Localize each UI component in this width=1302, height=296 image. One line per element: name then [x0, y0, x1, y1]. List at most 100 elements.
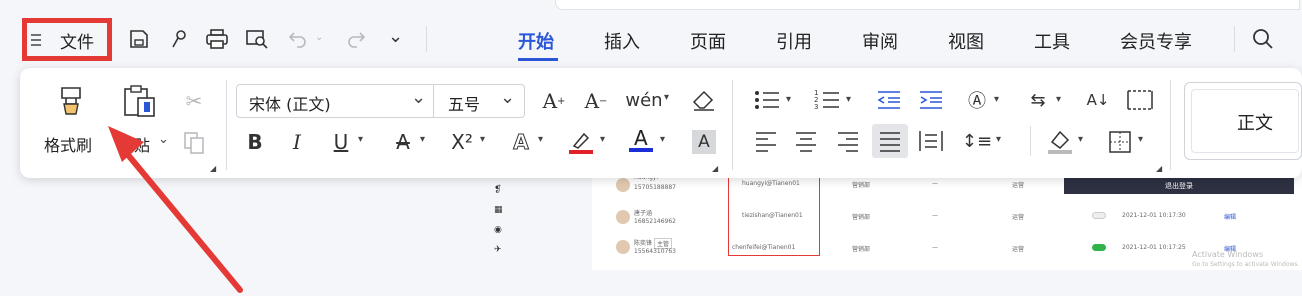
brush-icon	[61, 87, 81, 115]
logout-label: 退出登录	[1165, 182, 1193, 190]
superscript-dropdown-icon[interactable]: ▾	[480, 134, 485, 145]
strikethrough-icon[interactable]: A	[390, 128, 416, 156]
borders-icon[interactable]	[1108, 130, 1132, 154]
document-page: huangyi 15705188887 huangyi@Tianen01 营销部…	[592, 170, 1302, 270]
shading-dropdown-icon[interactable]: ▾	[1078, 134, 1083, 145]
swap-direction-dropdown-icon[interactable]: ▾	[1056, 94, 1061, 105]
decrease-font-icon[interactable]: A −	[582, 88, 610, 114]
char-shading-icon[interactable]: A	[692, 130, 716, 154]
undo-icon[interactable]	[286, 26, 310, 52]
email-column-highlight	[728, 174, 820, 256]
tab-view[interactable]: 视图	[948, 28, 984, 54]
underline-icon[interactable]: U	[328, 128, 354, 156]
watermark-line2: Go to Settings to activate Windows.	[1192, 261, 1300, 268]
sort-icon[interactable]: A↓	[1084, 86, 1112, 114]
phonetic-guide-icon[interactable]: wén	[625, 86, 662, 114]
undo-dropdown-icon[interactable]: ⌄	[315, 32, 323, 43]
numbered-list-icon[interactable]: 123	[814, 88, 844, 114]
align-left-icon[interactable]	[754, 130, 778, 154]
italic-icon[interactable]: I	[284, 128, 310, 156]
toolbar-divider	[1234, 26, 1235, 52]
redo-icon[interactable]	[344, 26, 368, 52]
bullet-list-dropdown-icon[interactable]: ▾	[786, 94, 791, 105]
copy-icon[interactable]	[180, 130, 208, 156]
highlight-color-icon[interactable]	[568, 128, 594, 156]
ribbon-divider	[1030, 126, 1031, 156]
clear-format-icon[interactable]	[690, 88, 718, 114]
borders-dropdown-icon[interactable]: ▾	[1138, 134, 1143, 145]
tab-insert[interactable]: 插入	[604, 28, 640, 54]
paste-dropdown-icon[interactable]: ⌄	[158, 132, 169, 147]
numbered-list-dropdown-icon[interactable]: ▾	[846, 94, 851, 105]
logout-button[interactable]: 退出登录	[1064, 178, 1294, 194]
edit-link[interactable]: 编辑	[1224, 212, 1236, 221]
sidebar-icon: ❡	[494, 185, 502, 195]
tab-start[interactable]: 开始	[518, 28, 554, 54]
increase-indent-icon[interactable]	[918, 88, 944, 114]
justify-icon[interactable]	[872, 124, 908, 158]
print-preview-icon[interactable]	[244, 26, 270, 52]
left-sidebar-icons: ❡ ▦ ◉ ✈	[494, 180, 508, 270]
text-effect-icon[interactable]: A	[508, 128, 534, 156]
line-spacing-icon[interactable]: ↕≡	[962, 126, 992, 156]
tab-review[interactable]: 审阅	[862, 28, 898, 54]
format-painter-button[interactable]: 格式刷	[40, 82, 102, 158]
bold-icon[interactable]: B	[242, 128, 268, 156]
text-direction-dropdown-icon[interactable]: ▾	[994, 94, 999, 105]
align-right-icon[interactable]	[836, 130, 860, 154]
user-phone: 15705188887	[634, 184, 676, 191]
paste-button[interactable]: 粘贴 ⌄	[112, 82, 172, 158]
highlight-dropdown-icon[interactable]: ▾	[600, 134, 605, 145]
tab-tools[interactable]: 工具	[1034, 28, 1070, 54]
decrease-indent-icon[interactable]	[876, 88, 902, 114]
more-dropdown-icon[interactable]: ⌄	[388, 26, 403, 47]
shading-icon[interactable]	[1046, 126, 1074, 156]
paragraph-launcher-icon[interactable]: ◢	[1156, 164, 1162, 173]
bullet-list-icon[interactable]	[754, 88, 784, 114]
avatar	[616, 178, 630, 192]
increase-font-icon[interactable]: A +	[540, 88, 568, 114]
share-icon[interactable]	[166, 26, 192, 52]
paste-label: 粘贴	[118, 136, 151, 155]
user-name: 唐子涵	[634, 210, 653, 217]
superscript-icon[interactable]: X²	[446, 128, 478, 156]
status-toggle-on[interactable]	[1092, 244, 1106, 251]
save-icon[interactable]	[126, 26, 152, 52]
status-toggle-off[interactable]	[1092, 212, 1106, 219]
tab-membership[interactable]: 会员专享	[1120, 28, 1192, 54]
show-marks-icon[interactable]	[1126, 88, 1154, 112]
line-spacing-dropdown-icon[interactable]: ▾	[996, 134, 1001, 145]
user-dash: —	[932, 244, 938, 251]
user-dash: —	[932, 212, 938, 219]
ribbon-divider	[732, 80, 733, 170]
watermark-line1: Activate Windows	[1192, 250, 1264, 259]
style-normal-preview[interactable]: 正文	[1184, 82, 1302, 160]
font-color-dropdown-icon[interactable]: ▾	[660, 134, 665, 145]
text-effect-dropdown-icon[interactable]: ▾	[538, 134, 543, 145]
print-icon[interactable]	[204, 26, 230, 52]
cut-icon[interactable]: ✂	[180, 88, 208, 114]
windows-watermark: Activate Windows Go to Settings to activ…	[1192, 250, 1299, 270]
align-center-icon[interactable]	[794, 130, 818, 154]
font-name-select[interactable]: 宋体 (正文) ⌄	[236, 84, 434, 118]
font-color-icon[interactable]: A	[628, 126, 654, 156]
search-icon[interactable]	[1250, 26, 1276, 52]
window-tab-edge	[555, 0, 1300, 10]
tab-page[interactable]: 页面	[690, 28, 726, 54]
font-size-dropdown-icon[interactable]: ⌄	[500, 87, 515, 108]
distribute-icon[interactable]	[918, 130, 944, 154]
user-date: 2021-12-01 10:17:25	[1122, 244, 1186, 251]
table-row: 唐子涵 16852146962 tiezishan@Tianen01 营销部 —…	[592, 206, 1302, 240]
phonetic-dropdown-icon[interactable]: ▾	[664, 92, 669, 103]
font-size-select[interactable]: 五号 ⌄	[433, 84, 525, 118]
strikethrough-dropdown-icon[interactable]: ▾	[420, 134, 425, 145]
text-direction-icon[interactable]: Ⓐ	[962, 86, 992, 114]
user-dept: 营销部	[852, 182, 871, 189]
tab-references[interactable]: 引用	[776, 28, 812, 54]
user-phone: 16852146962	[634, 218, 676, 225]
underline-dropdown-icon[interactable]: ▾	[358, 134, 363, 145]
font-launcher-icon[interactable]: ◢	[712, 164, 718, 173]
swap-direction-icon[interactable]: ⇆	[1024, 86, 1052, 114]
clipboard-launcher-icon[interactable]: ◢	[210, 164, 216, 173]
font-name-dropdown-icon[interactable]: ⌄	[411, 87, 426, 108]
